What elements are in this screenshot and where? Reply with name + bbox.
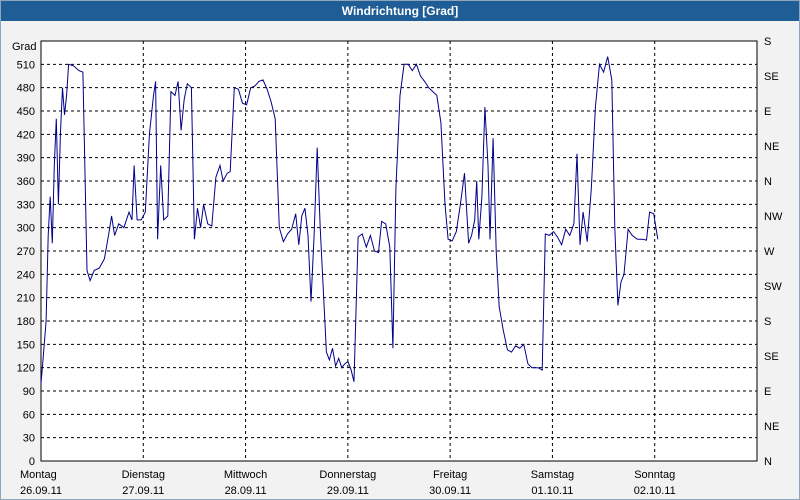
y-right-tick-label: S [764, 36, 771, 48]
x-tick-day: Donnerstag [319, 469, 376, 481]
y-right-tick-label: NE [764, 141, 779, 153]
y-tick-label: 120 [17, 363, 35, 375]
y-tick-label: 360 [17, 176, 35, 188]
x-tick-day: Mittwoch [224, 469, 267, 481]
y-tick-label: 510 [17, 59, 35, 71]
x-tick-date: 30.09.11 [429, 485, 471, 497]
y-right-tick-label: SE [764, 351, 779, 363]
y-tick-label: 270 [17, 246, 35, 258]
y-right-tick-label: NW [764, 211, 783, 223]
y-tick-label: 60 [23, 409, 35, 421]
x-tick-date: 01.10.11 [531, 485, 573, 497]
y-tick-label: 420 [17, 129, 35, 141]
y-tick-label: 30 [23, 433, 35, 445]
y-right-tick-label: W [764, 246, 775, 258]
x-tick-date: 26.09.11 [20, 485, 62, 497]
y-right-tick-label: N [764, 176, 772, 188]
y-tick-label: 450 [17, 106, 35, 118]
y-right-tick-label: SE [764, 71, 779, 83]
x-tick-day: Freitag [433, 469, 467, 481]
y-tick-label: 330 [17, 199, 35, 211]
y-right-tick-label: SW [764, 281, 782, 293]
y-right-tick-label: S [764, 316, 771, 328]
x-tick-date: 02.10.11 [634, 485, 676, 497]
x-tick-date: 29.09.11 [327, 485, 369, 497]
y-tick-label: 240 [17, 269, 35, 281]
y-right-tick-label: NE [764, 421, 779, 433]
x-tick-day: Dienstag [122, 469, 165, 481]
y-right-tick-label: N [764, 456, 772, 468]
y-tick-label: 210 [17, 293, 35, 305]
y-right-tick-label: E [764, 106, 771, 118]
y-right-tick-label: E [764, 386, 771, 398]
x-tick-day: Montag [20, 469, 57, 481]
y-tick-label: 150 [17, 339, 35, 351]
x-tick-date: 28.09.11 [225, 485, 267, 497]
chart-canvas: 0 30 60 90 120 150 180 210 240 270 300 330 360 390 420… [12, 36, 783, 497]
y-tick-label: 390 [17, 153, 35, 165]
y-tick-label: 300 [17, 223, 35, 235]
x-axis: Montag 26.09.11 Dienstag 27.09.11 Mittwoch 28… [20, 469, 676, 497]
y-axis-title: Grad [12, 41, 36, 53]
y-tick-label: 90 [23, 386, 35, 398]
x-tick-day: Samstag [531, 469, 574, 481]
x-tick-date: 27.09.11 [122, 485, 164, 497]
y-axis-right: N NE E SE S SW W NW N NE E SE S [764, 36, 783, 468]
x-tick-day: Sonntag [634, 469, 675, 481]
y-tick-label: 180 [17, 316, 35, 328]
y-tick-label: 0 [29, 456, 35, 468]
y-tick-label: 480 [17, 83, 35, 95]
y-axis-left: 0 30 60 90 120 150 180 210 240 270 300 330 360 390 420… [17, 59, 35, 468]
